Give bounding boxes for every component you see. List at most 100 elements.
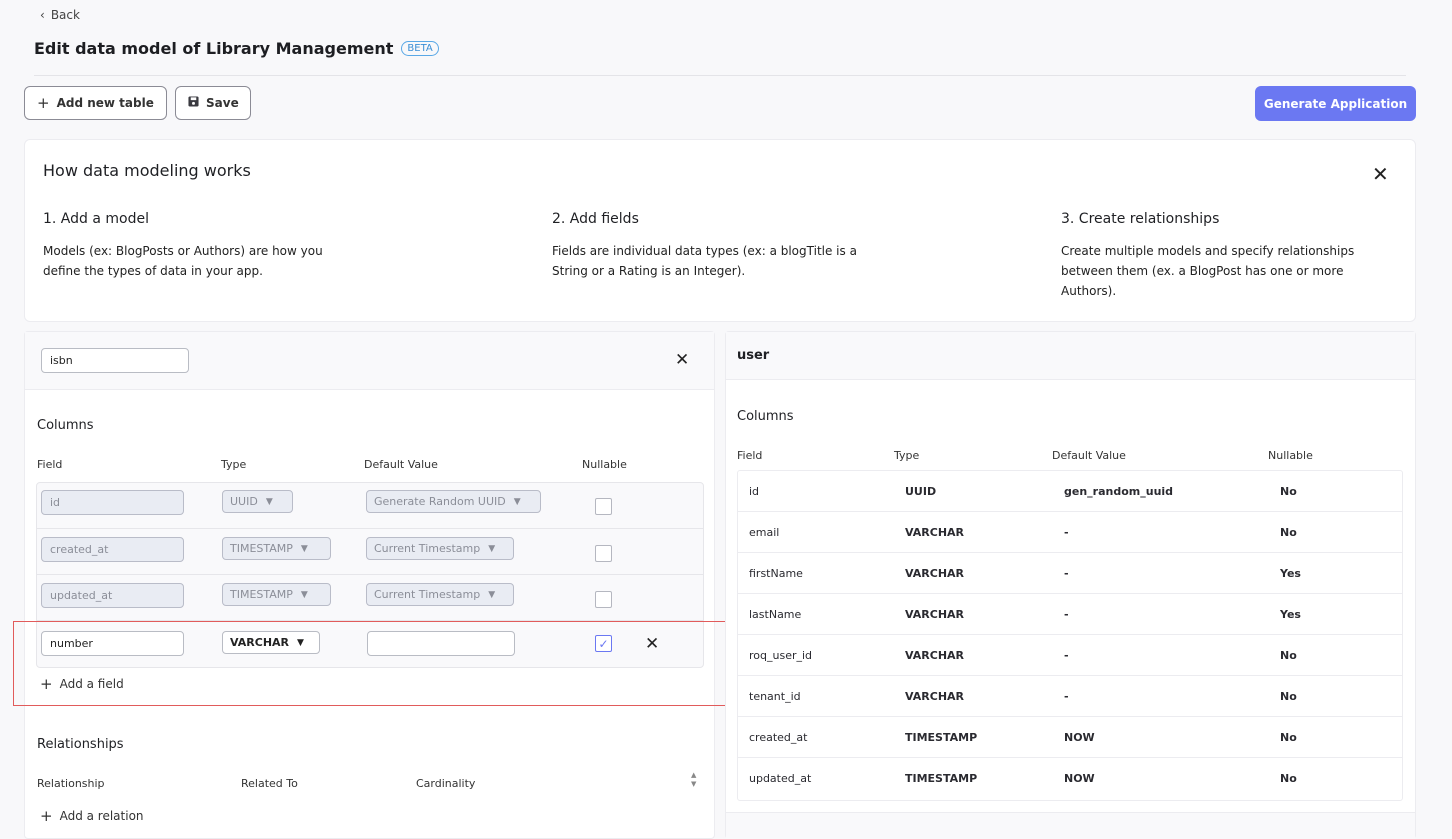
table-cell-field: roq_user_id: [749, 649, 813, 662]
table-cell-nullable: No: [1280, 526, 1297, 539]
table-cell-field: created_at: [749, 731, 808, 744]
table-cell-type: UUID: [905, 485, 937, 498]
table-cell-default: NOW: [1064, 772, 1095, 785]
save-button[interactable]: Save: [175, 86, 251, 120]
page-title: Edit data model of Library Management BE…: [34, 39, 439, 58]
step-2-text: Fields are individual data types (ex: a …: [552, 244, 857, 278]
row-divider: [37, 528, 703, 529]
table-cell-field: updated_at: [749, 772, 812, 785]
step-3-text: Create multiple models and specify relat…: [1061, 244, 1355, 298]
table-cell-nullable: No: [1280, 731, 1297, 744]
save-label: Save: [206, 96, 239, 110]
type-select: UUID ▼: [222, 490, 293, 513]
table-cell-field: id: [749, 485, 760, 498]
step-1-text: Models (ex: BlogPosts or Authors) are ho…: [43, 244, 323, 278]
add-new-table-label: Add new table: [56, 96, 154, 110]
row-divider: [738, 716, 1402, 717]
table-cell-default: NOW: [1064, 731, 1095, 744]
col-header-nullable: Nullable: [1268, 449, 1313, 462]
table-cell-default: -: [1064, 526, 1069, 539]
field-name-input: created_at: [41, 537, 184, 562]
floppy-disk-icon: [188, 96, 199, 110]
table-cell-nullable: No: [1280, 772, 1297, 785]
caret-down-icon: ▼: [513, 496, 521, 507]
back-label: Back: [50, 8, 80, 22]
close-icon[interactable]: ✕: [1372, 162, 1389, 186]
table-cell-type: VARCHAR: [905, 608, 965, 621]
columns-heading: Columns: [737, 409, 794, 424]
table-cell-default: -: [1064, 690, 1069, 703]
table-cell-field: lastName: [749, 608, 802, 621]
col-header-default: Default Value: [364, 458, 438, 471]
row-divider: [738, 552, 1402, 553]
table-cell-type: TIMESTAMP: [905, 772, 978, 785]
col-header-nullable: Nullable: [582, 458, 627, 471]
table-cell-default: -: [1064, 649, 1069, 662]
caret-down-icon: ▼: [488, 543, 496, 554]
field-name-input: updated_at: [41, 583, 184, 608]
plus-icon: +: [40, 807, 53, 825]
caret-down-icon: ▼: [300, 543, 308, 554]
nullable-checkbox: [595, 545, 612, 562]
add-relation-label: Add a relation: [59, 809, 144, 823]
table-cell-type: VARCHAR: [905, 526, 965, 539]
row-divider: [738, 634, 1402, 635]
table-cell-type: VARCHAR: [905, 690, 965, 703]
table-cell-nullable: Yes: [1280, 608, 1301, 621]
table-name: user: [737, 348, 770, 363]
sort-icon[interactable]: ▲ ▼: [691, 771, 696, 789]
table-cell-default: -: [1064, 567, 1069, 580]
chevron-left-icon: ‹: [40, 8, 45, 22]
default-value: Generate Random UUID: [374, 495, 506, 508]
default-value: Current Timestamp: [374, 588, 481, 601]
caret-down-icon: ▼: [488, 589, 496, 600]
table-cell-type: VARCHAR: [905, 567, 965, 580]
default-value: Current Timestamp: [374, 542, 481, 555]
caret-down-icon: ▼: [265, 496, 273, 507]
page-title-text: Edit data model of Library Management: [34, 39, 394, 58]
table-name-input[interactable]: isbn: [41, 348, 189, 373]
table-cell-field: email: [749, 526, 780, 539]
row-divider: [738, 675, 1402, 676]
default-value-select: Current Timestamp ▼: [366, 537, 514, 560]
info-title: How data modeling works: [43, 161, 251, 180]
step-2-heading: 2. Add fields: [552, 211, 639, 227]
type-select: TIMESTAMP ▼: [222, 583, 331, 606]
nullable-checkbox: [595, 498, 612, 515]
type-value: TIMESTAMP: [230, 542, 293, 555]
nullable-checkbox: [595, 591, 612, 608]
columns-table: [737, 470, 1403, 801]
type-value: UUID: [230, 495, 258, 508]
type-value: TIMESTAMP: [230, 588, 293, 601]
highlight-box: [13, 621, 727, 706]
table-view-header: [726, 332, 1415, 380]
step-3-heading: 3. Create relationships: [1061, 211, 1220, 227]
rel-header-relationship: Relationship: [37, 777, 105, 790]
table-cell-default: gen_random_uuid: [1064, 485, 1174, 498]
table-cell-type: VARCHAR: [905, 649, 965, 662]
table-cell-field: tenant_id: [749, 690, 801, 703]
table-cell-type: TIMESTAMP: [905, 731, 978, 744]
back-link[interactable]: ‹ Back: [40, 8, 80, 22]
generate-application-button[interactable]: Generate Application: [1255, 86, 1416, 121]
relationships-heading: Relationships: [37, 737, 124, 752]
col-header-type: Type: [221, 458, 247, 471]
row-divider: [738, 511, 1402, 512]
add-new-table-button[interactable]: + Add new table: [24, 86, 167, 120]
table-cell-nullable: Yes: [1280, 567, 1301, 580]
col-header-field: Field: [737, 449, 763, 462]
row-divider: [738, 593, 1402, 594]
table-cell-nullable: No: [1280, 649, 1297, 662]
add-relation-button[interactable]: + Add a relation: [40, 807, 144, 825]
default-value-select: Generate Random UUID ▼: [366, 490, 541, 513]
beta-badge: BETA: [401, 41, 439, 56]
plus-icon: +: [37, 94, 50, 112]
col-header-default: Default Value: [1052, 449, 1126, 462]
close-icon[interactable]: ✕: [675, 350, 689, 370]
columns-heading: Columns: [37, 418, 94, 433]
table-cell-field: firstName: [749, 567, 803, 580]
table-cell-nullable: No: [1280, 690, 1297, 703]
header-divider: [34, 75, 1406, 76]
table-cell-nullable: No: [1280, 485, 1297, 498]
rel-header-cardinality: Cardinality: [416, 777, 476, 790]
